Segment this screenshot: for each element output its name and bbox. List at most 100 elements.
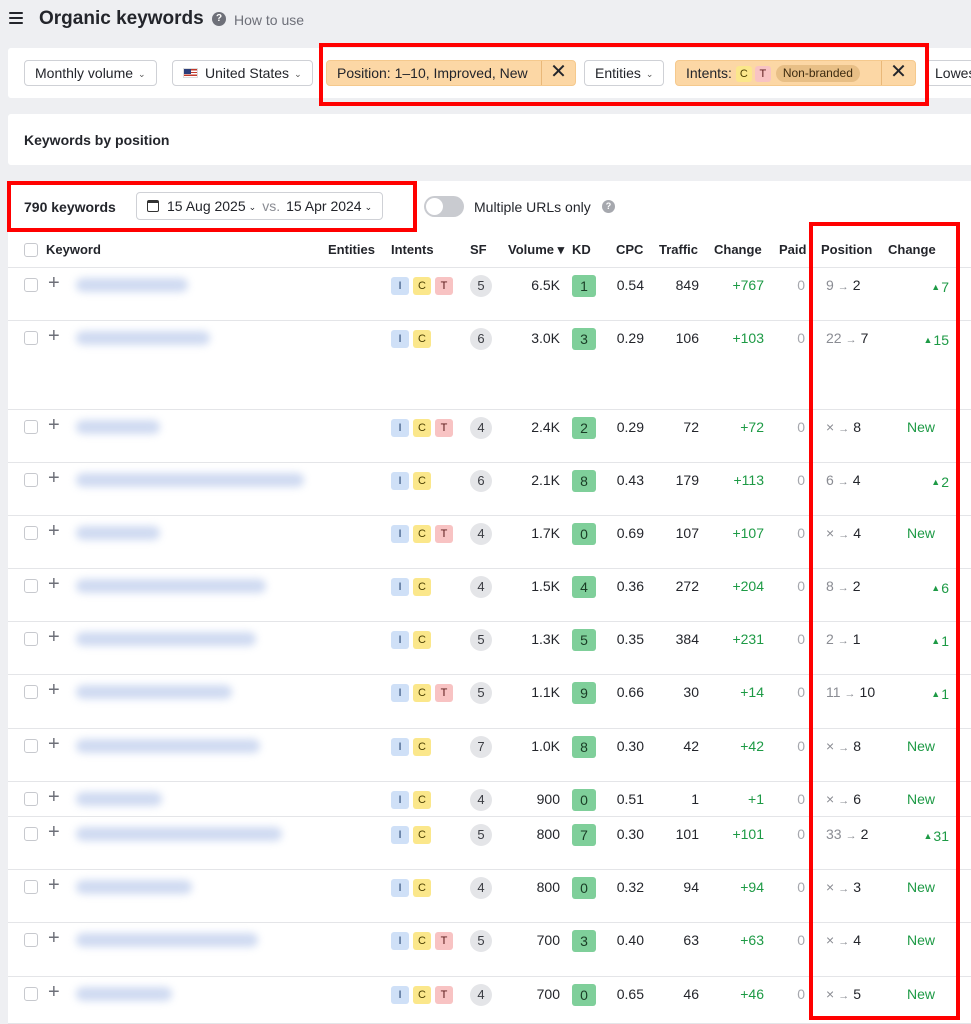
col-position-change[interactable]: Change [888, 242, 936, 257]
keyword-link-blurred[interactable] [76, 933, 258, 947]
table-row[interactable]: + IC 5 1.3K 5 0.35 384 +231 0 2 → 1 ▲1 [8, 622, 971, 675]
add-keyword-plus-icon[interactable]: + [48, 326, 60, 346]
keyword-link-blurred[interactable] [76, 987, 172, 1001]
table-row[interactable]: + ICT 4 700 0 0.65 46 +46 0 × → 5 New [8, 977, 971, 1024]
serp-features-count[interactable]: 4 [470, 789, 492, 811]
intents-filter-content[interactable]: Intents: C T Non-branded [676, 61, 870, 85]
keyword-link-blurred[interactable] [76, 579, 266, 593]
keyword-link-blurred[interactable] [76, 420, 160, 434]
row-checkbox[interactable] [24, 827, 38, 841]
serp-features-count[interactable]: 5 [470, 930, 492, 952]
serp-features-count[interactable]: 6 [470, 328, 492, 350]
col-volume[interactable]: Volume ▾ [508, 242, 564, 258]
traffic-value[interactable]: 42 [683, 738, 699, 754]
table-row[interactable]: + ICT 5 1.1K 9 0.66 30 +14 0 11 → 10 ▲1 [8, 675, 971, 729]
add-keyword-plus-icon[interactable]: + [48, 680, 60, 700]
monthly-volume-dropdown[interactable]: Monthly volume ⌄ [24, 60, 157, 86]
serp-features-count[interactable]: 5 [470, 629, 492, 651]
keyword-link-blurred[interactable] [76, 827, 282, 841]
col-entities[interactable]: Entities [328, 242, 375, 257]
table-row[interactable]: + ICT 4 2.4K 2 0.29 72 +72 0 × → 8 New [8, 410, 971, 463]
traffic-value[interactable]: 272 [676, 578, 699, 594]
how-to-use-link[interactable]: How to use [234, 12, 304, 28]
row-checkbox[interactable] [24, 933, 38, 947]
serp-features-count[interactable]: 4 [470, 576, 492, 598]
col-change[interactable]: Change [714, 242, 762, 257]
row-checkbox[interactable] [24, 987, 38, 1001]
traffic-value[interactable]: 384 [676, 631, 699, 647]
serp-features-count[interactable]: 5 [470, 275, 492, 297]
table-row[interactable]: + IC 4 1.5K 4 0.36 272 +204 0 8 → 2 ▲6 [8, 569, 971, 622]
row-checkbox[interactable] [24, 278, 38, 292]
row-checkbox[interactable] [24, 685, 38, 699]
lowest-dropdown[interactable]: Lowest [926, 60, 971, 86]
traffic-value[interactable]: 30 [683, 684, 699, 700]
table-row[interactable]: + ICT 5 700 3 0.40 63 +63 0 × → 4 New [8, 923, 971, 977]
keyword-link-blurred[interactable] [76, 473, 304, 487]
row-checkbox[interactable] [24, 579, 38, 593]
intents-filter-chip[interactable]: Intents: C T Non-branded ✕ [675, 60, 916, 86]
add-keyword-plus-icon[interactable]: + [48, 928, 60, 948]
row-checkbox[interactable] [24, 526, 38, 540]
serp-features-count[interactable]: 4 [470, 877, 492, 899]
keyword-link-blurred[interactable] [76, 278, 188, 292]
table-row[interactable]: + IC 4 900 0 0.51 1 +1 0 × → 6 New [8, 782, 971, 817]
col-traffic[interactable]: Traffic [659, 242, 698, 257]
keyword-link-blurred[interactable] [76, 685, 232, 699]
add-keyword-plus-icon[interactable]: + [48, 822, 60, 842]
col-cpc[interactable]: CPC [616, 242, 643, 257]
date-comparison-picker[interactable]: 15 Aug 2025 ⌄ vs. 15 Apr 2024 ⌄ [136, 192, 384, 220]
traffic-value[interactable]: 849 [676, 277, 699, 293]
serp-features-count[interactable]: 7 [470, 736, 492, 758]
serp-features-count[interactable]: 4 [470, 984, 492, 1006]
add-keyword-plus-icon[interactable]: + [48, 521, 60, 541]
keyword-link-blurred[interactable] [76, 632, 256, 646]
hamburger-menu-icon[interactable] [9, 12, 23, 24]
add-keyword-plus-icon[interactable]: + [48, 627, 60, 647]
table-row[interactable]: + IC 7 1.0K 8 0.30 42 +42 0 × → 8 New [8, 729, 971, 782]
close-icon[interactable]: ✕ [541, 61, 575, 85]
help-circle-icon[interactable]: ? [212, 12, 226, 26]
add-keyword-plus-icon[interactable]: + [48, 273, 60, 293]
position-filter-chip[interactable]: Position: 1–10, Improved, New ✕ [326, 60, 576, 86]
row-checkbox[interactable] [24, 331, 38, 345]
col-sf[interactable]: SF [470, 242, 487, 257]
row-checkbox[interactable] [24, 473, 38, 487]
table-row[interactable]: + ICT 5 6.5K 1 0.54 849 +767 0 9 → 2 ▲7 [8, 268, 971, 321]
add-keyword-plus-icon[interactable]: + [48, 787, 60, 807]
traffic-value[interactable]: 179 [676, 472, 699, 488]
col-intents[interactable]: Intents [391, 242, 434, 257]
serp-features-count[interactable]: 5 [470, 824, 492, 846]
row-checkbox[interactable] [24, 880, 38, 894]
serp-features-count[interactable]: 5 [470, 682, 492, 704]
col-keyword[interactable]: Keyword [46, 242, 101, 257]
add-keyword-plus-icon[interactable]: + [48, 574, 60, 594]
table-row[interactable]: + IC 5 800 7 0.30 101 +101 0 33 → 2 ▲31 [8, 817, 971, 870]
entities-dropdown[interactable]: Entities ⌄ [584, 60, 665, 86]
traffic-value[interactable]: 107 [676, 525, 699, 541]
table-row[interactable]: + IC 6 2.1K 8 0.43 179 +113 0 6 → 4 ▲2 [8, 463, 971, 516]
multiple-urls-toggle[interactable] [424, 196, 464, 217]
col-kd[interactable]: KD [572, 242, 591, 257]
serp-features-count[interactable]: 4 [470, 417, 492, 439]
col-position[interactable]: Position [821, 242, 872, 257]
serp-features-count[interactable]: 6 [470, 470, 492, 492]
serp-features-count[interactable]: 4 [470, 523, 492, 545]
add-keyword-plus-icon[interactable]: + [48, 982, 60, 1002]
add-keyword-plus-icon[interactable]: + [48, 415, 60, 435]
keyword-link-blurred[interactable] [76, 880, 192, 894]
keyword-link-blurred[interactable] [76, 739, 260, 753]
close-icon[interactable]: ✕ [881, 61, 915, 85]
traffic-value[interactable]: 46 [683, 986, 699, 1002]
traffic-value[interactable]: 94 [683, 879, 699, 895]
col-paid[interactable]: Paid [779, 242, 806, 257]
add-keyword-plus-icon[interactable]: + [48, 875, 60, 895]
traffic-value[interactable]: 106 [676, 330, 699, 346]
traffic-value[interactable]: 63 [683, 932, 699, 948]
help-circle-icon[interactable]: ? [602, 200, 615, 213]
traffic-value[interactable]: 72 [683, 419, 699, 435]
table-row[interactable]: + IC 4 800 0 0.32 94 +94 0 × → 3 New [8, 870, 971, 923]
position-filter-label[interactable]: Position: 1–10, Improved, New [327, 61, 538, 85]
table-row[interactable]: + ICT 4 1.7K 0 0.69 107 +107 0 × → 4 New [8, 516, 971, 569]
add-keyword-plus-icon[interactable]: + [48, 734, 60, 754]
